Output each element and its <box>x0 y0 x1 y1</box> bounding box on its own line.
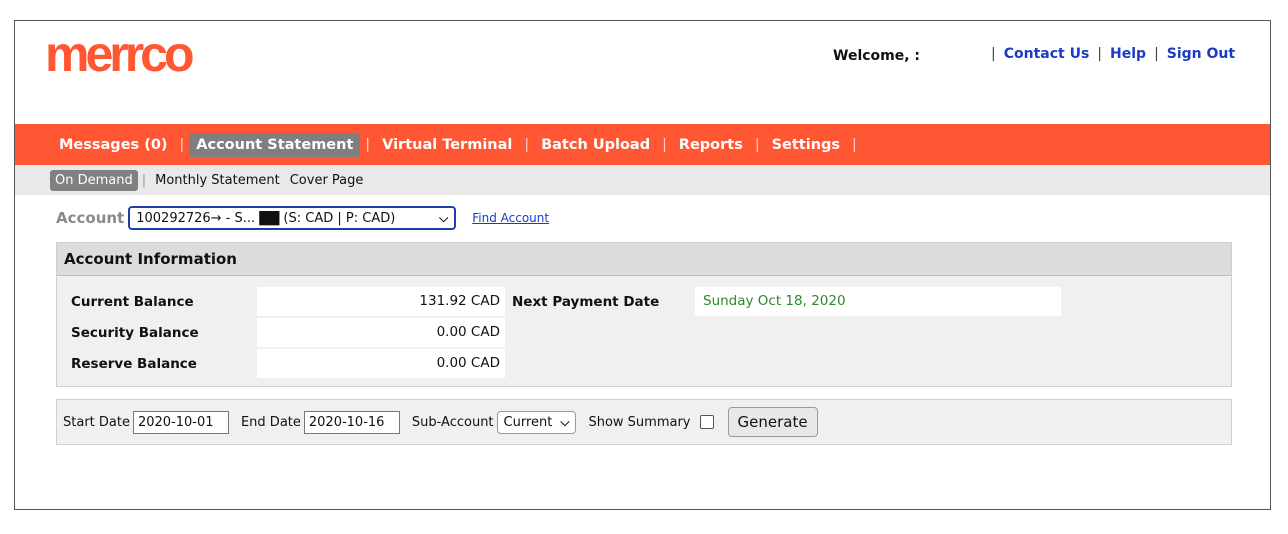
current-balance-row: Current Balance 131.92 CAD Next Payment … <box>57 287 1231 316</box>
account-information-panel: Account Information Current Balance 131.… <box>56 242 1232 387</box>
start-date-label: Start Date <box>63 414 130 430</box>
sub-account-select[interactable]: Current ⌵ <box>496 410 577 434</box>
nav-separator: | <box>179 136 185 153</box>
sub-navigation: On Demand | Monthly Statement Cover Page <box>15 165 1270 195</box>
nav-account-statement[interactable]: Account Statement <box>189 132 361 157</box>
show-summary-label: Show Summary <box>588 414 691 430</box>
subnav-cover-page[interactable]: Cover Page <box>285 170 369 191</box>
security-balance-label: Security Balance <box>71 325 199 341</box>
end-date-label: End Date <box>240 414 301 430</box>
account-label: Account <box>56 209 125 227</box>
main-navigation: Messages (0) | Account Statement | Virtu… <box>15 124 1270 165</box>
subnav-separator: | <box>141 172 147 188</box>
account-selector-row: Account 100292726→ - S... ██ (S: CAD | P… <box>56 206 549 230</box>
link-separator: | <box>1097 46 1103 62</box>
nav-reports[interactable]: Reports <box>672 133 750 157</box>
nav-virtual-terminal[interactable]: Virtual Terminal <box>375 133 519 157</box>
reserve-balance-value: 0.00 CAD <box>257 349 505 378</box>
next-payment-value: Sunday Oct 18, 2020 <box>695 287 1061 316</box>
start-date-input[interactable]: 2020-10-01 <box>132 410 229 434</box>
current-balance-value: 131.92 CAD <box>257 287 505 316</box>
sub-account-value: Current <box>503 414 553 430</box>
account-selected-value: 100292726→ - S... ██ (S: CAD | P: CAD) <box>136 210 396 226</box>
end-date-input[interactable]: 2020-10-16 <box>303 410 400 434</box>
nav-separator: | <box>754 136 760 153</box>
subnav-monthly-statement[interactable]: Monthly Statement <box>150 170 285 191</box>
chevron-down-icon: ⌵ <box>560 414 570 429</box>
next-payment-label: Next Payment Date <box>512 294 660 310</box>
sign-out-link[interactable]: Sign Out <box>1167 46 1235 62</box>
subnav-on-demand[interactable]: On Demand <box>50 169 138 191</box>
current-balance-label: Current Balance <box>71 294 194 310</box>
link-separator: | <box>1154 46 1159 62</box>
contact-us-link[interactable]: Contact Us <box>1004 46 1090 62</box>
show-summary-checkbox[interactable] <box>699 415 714 429</box>
chevron-down-icon: ⌵ <box>439 210 449 225</box>
top-links: | Contact Us | Help | Sign Out <box>983 46 1235 62</box>
sub-account-label: Sub-Account <box>411 414 494 430</box>
security-balance-row: Security Balance 0.00 CAD <box>57 318 1231 347</box>
nav-separator: | <box>852 136 857 153</box>
find-account-link[interactable]: Find Account <box>472 211 549 225</box>
security-balance-value: 0.00 CAD <box>257 318 505 347</box>
account-select[interactable]: 100292726→ - S... ██ (S: CAD | P: CAD) ⌵ <box>128 206 457 230</box>
link-separator: | <box>991 46 996 62</box>
generate-button[interactable]: Generate <box>727 407 818 437</box>
nav-separator: | <box>524 136 530 153</box>
merrco-logo: merrco <box>45 26 195 82</box>
nav-messages[interactable]: Messages (0) <box>52 133 175 157</box>
reserve-balance-label: Reserve Balance <box>71 356 197 372</box>
nav-separator: | <box>662 136 667 153</box>
account-information-title: Account Information <box>57 243 1231 276</box>
nav-batch-upload[interactable]: Batch Upload <box>534 133 657 157</box>
help-link[interactable]: Help <box>1110 46 1146 62</box>
nav-separator: | <box>365 136 371 153</box>
app-frame: merrco Welcome, : | Contact Us | Help | … <box>14 20 1271 510</box>
reserve-balance-row: Reserve Balance 0.00 CAD <box>57 349 1231 378</box>
nav-settings[interactable]: Settings <box>765 133 847 157</box>
welcome-text: Welcome, : <box>833 48 921 64</box>
statement-filter-row: Start Date 2020-10-01 End Date 2020-10-1… <box>56 399 1232 445</box>
